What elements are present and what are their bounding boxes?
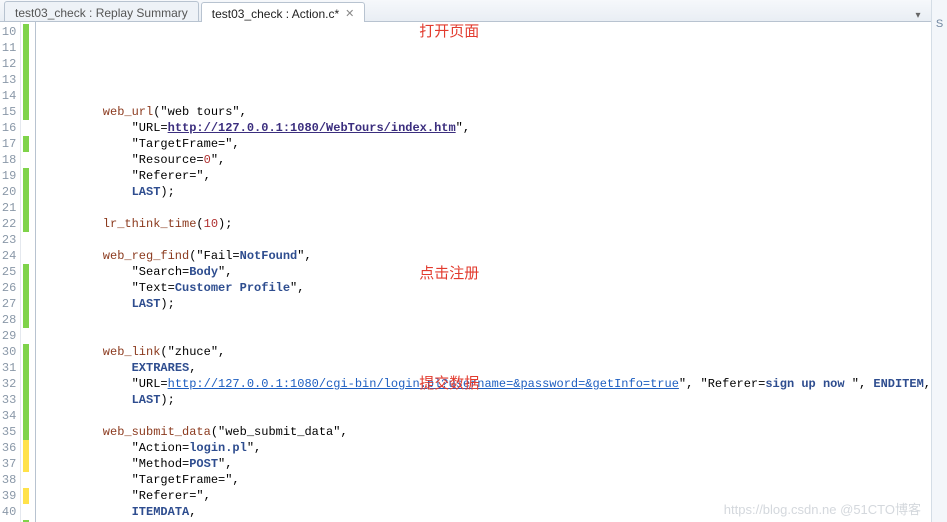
annotation-submit-data: 提交数据 [419, 376, 479, 392]
code-line: web_link("zhuce", [45, 344, 931, 360]
change-marker-gutter [21, 22, 29, 522]
close-icon[interactable]: ✕ [345, 7, 354, 20]
line-number: 38 [0, 472, 16, 488]
right-strip: S [931, 0, 947, 522]
code-line [45, 312, 931, 328]
code-line: "Referer=", [45, 488, 931, 504]
line-number: 36 [0, 440, 16, 456]
line-number: 15 [0, 104, 16, 120]
code-line: "TargetFrame=", [45, 472, 931, 488]
tab-action-c[interactable]: test03_check : Action.c* ✕ [201, 2, 366, 22]
change-marker [21, 120, 29, 136]
line-number: 18 [0, 152, 16, 168]
line-number: 29 [0, 328, 16, 344]
code-line: LAST); [45, 392, 931, 408]
right-strip-label: S [932, 18, 947, 30]
line-number: 23 [0, 232, 16, 248]
line-number: 31 [0, 360, 16, 376]
code-line: "Text=Customer Profile", [45, 280, 931, 296]
code-line: web_url("web tours", [45, 104, 931, 120]
line-number: 17 [0, 136, 16, 152]
line-number: 25 [0, 264, 16, 280]
line-number: 16 [0, 120, 16, 136]
code-line [45, 328, 931, 344]
change-marker [21, 232, 29, 248]
code-line: "URL=http://127.0.0.1:1080/cgi-bin/login… [45, 376, 931, 392]
change-marker [21, 328, 29, 344]
fold-gutter [29, 22, 39, 522]
code-line: web_submit_data("web_submit_data", [45, 424, 931, 440]
line-number: 19 [0, 168, 16, 184]
code-editor[interactable]: 1011121314151617181920212223242526272829… [0, 22, 931, 522]
change-marker [21, 248, 29, 264]
code-line: "TargetFrame=", [45, 136, 931, 152]
tab-label: test03_check : Action.c* [212, 7, 339, 21]
change-marker [21, 152, 29, 168]
tab-overflow-dropdown[interactable]: ▾ [911, 10, 925, 21]
line-number: 11 [0, 40, 16, 56]
line-number: 32 [0, 376, 16, 392]
line-number: 40 [0, 504, 16, 520]
line-number: 14 [0, 88, 16, 104]
code-line: "Search=Body", [45, 264, 931, 280]
change-marker [21, 472, 29, 488]
line-number: 34 [0, 408, 16, 424]
code-line: EXTRARES, [45, 360, 931, 376]
line-number: 12 [0, 56, 16, 72]
code-line: LAST); [45, 184, 931, 200]
code-line: "Method=POST", [45, 456, 931, 472]
code-area[interactable]: 打开页面 点击注册 提交数据 web_url("web tours", "URL… [39, 22, 931, 522]
code-line: "Resource=0", [45, 152, 931, 168]
line-number: 24 [0, 248, 16, 264]
change-marker [21, 504, 29, 520]
tab-label: test03_check : Replay Summary [15, 6, 188, 20]
code-line: LAST); [45, 296, 931, 312]
code-line: "Action=login.pl", [45, 440, 931, 456]
code-line: "URL=http://127.0.0.1:1080/WebTours/inde… [45, 120, 931, 136]
line-number: 28 [0, 312, 16, 328]
annotation-open-page: 打开页面 [419, 24, 479, 40]
code-line [45, 408, 931, 424]
code-line: web_reg_find("Fail=NotFound", [45, 248, 931, 264]
line-number: 20 [0, 184, 16, 200]
code-line: lr_think_time(10); [45, 216, 931, 232]
line-number: 21 [0, 200, 16, 216]
line-number-gutter: 1011121314151617181920212223242526272829… [0, 22, 21, 522]
tab-replay-summary[interactable]: test03_check : Replay Summary [4, 1, 199, 21]
line-number: 27 [0, 296, 16, 312]
annotation-click-register: 点击注册 [419, 266, 479, 282]
line-number: 22 [0, 216, 16, 232]
code-line [45, 200, 931, 216]
line-number: 10 [0, 24, 16, 40]
code-line: ITEMDATA, [45, 504, 931, 520]
line-number: 35 [0, 424, 16, 440]
tab-bar: test03_check : Replay Summary test03_che… [0, 0, 947, 22]
line-number: 26 [0, 280, 16, 296]
line-number: 33 [0, 392, 16, 408]
line-number: 30 [0, 344, 16, 360]
line-number: 37 [0, 456, 16, 472]
code-line: "Referer=", [45, 168, 931, 184]
code-line [45, 232, 931, 248]
line-number: 39 [0, 488, 16, 504]
line-number: 13 [0, 72, 16, 88]
